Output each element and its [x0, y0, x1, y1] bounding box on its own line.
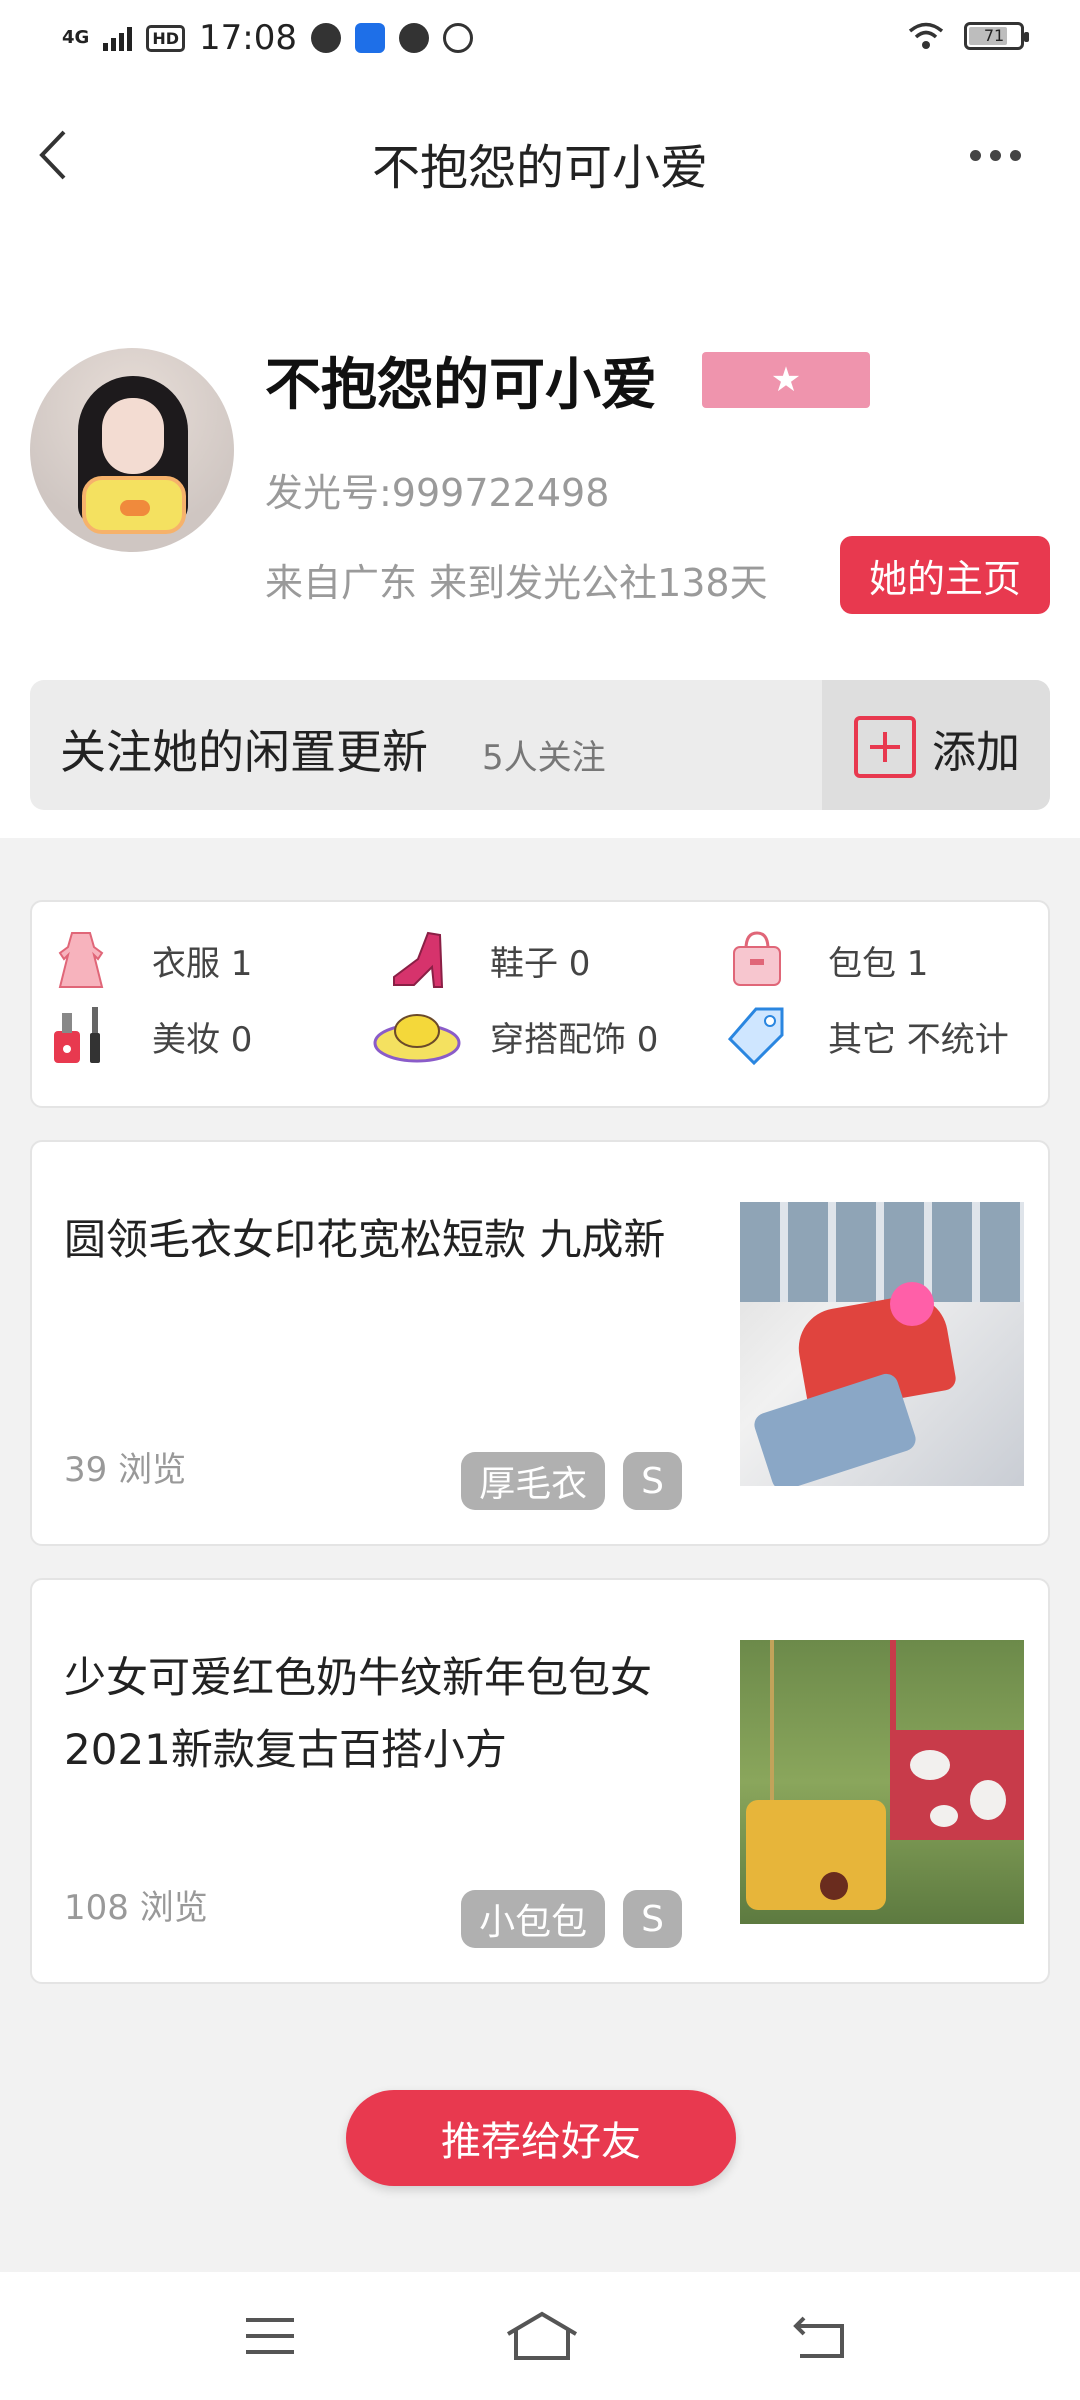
navigation-bar: 不抱怨的可小爱 — [0, 100, 1080, 210]
follow-title: 关注她的闲置更新 — [60, 725, 428, 779]
category-shoes[interactable]: 鞋子 0 — [388, 930, 590, 990]
category-bags[interactable]: 包包 1 — [726, 930, 928, 990]
avatar[interactable] — [30, 348, 234, 552]
her-homepage-button[interactable]: 她的主页 — [840, 536, 1050, 614]
listing-tag: 厚毛衣 — [461, 1452, 606, 1510]
category-accessories[interactable]: 穿搭配饰 0 — [372, 1006, 658, 1066]
profile-name: 不抱怨的可小爱 — [265, 353, 657, 418]
listing-card[interactable]: 圆领毛衣女印花宽松短款 九成新 39 浏览 厚毛衣 S — [30, 1140, 1050, 1546]
hd-icon: HD — [146, 24, 185, 52]
makeup-icon — [54, 1007, 100, 1063]
listing-size-tag: S — [623, 1452, 682, 1510]
listing-views: 108 浏览 — [64, 1888, 208, 1928]
profile-id: 发光号:999722498 — [265, 471, 610, 515]
clock: 17:08 — [198, 18, 297, 58]
dress-icon — [58, 932, 104, 988]
listing-views: 39 浏览 — [64, 1450, 187, 1490]
handbag-icon — [733, 931, 781, 986]
star-icon: ★ — [770, 360, 802, 400]
listing-tags: 厚毛衣 S — [461, 1452, 682, 1510]
page-title: 不抱怨的可小爱 — [371, 140, 708, 196]
listing-size-tag: S — [623, 1890, 682, 1948]
menu-icon[interactable] — [240, 2308, 300, 2364]
heel-shoe-icon — [393, 931, 444, 988]
battery-icon: 71 — [964, 22, 1029, 50]
category-makeup[interactable]: 美妆 0 — [50, 1006, 252, 1066]
category-other[interactable]: 其它 不统计 — [726, 1006, 1009, 1066]
add-follow-button[interactable]: 添加 — [822, 680, 1050, 810]
level-badge: ★ — [702, 352, 870, 408]
recommend-to-friend-button[interactable]: 推荐给好友 — [346, 2090, 736, 2186]
plus-icon — [854, 716, 916, 778]
wifi-icon — [908, 22, 944, 49]
more-options-icon[interactable] — [970, 140, 1030, 170]
listing-tags: 小包包 S — [461, 1890, 682, 1948]
listing-tag: 小包包 — [461, 1890, 606, 1948]
listing-title: 少女可爱红色奶牛纹新年包包女2021新款复古百搭小方 — [64, 1653, 653, 1774]
category-stats: 衣服 1 鞋子 0 包包 1 美妆 0 穿搭配饰 0 其它 不统计 — [30, 900, 1050, 1108]
app-notification-icon — [310, 23, 341, 53]
signal-icon — [103, 25, 133, 51]
back-nav-icon[interactable] — [790, 2308, 850, 2364]
status-bar: 4G HD 17:08 71 — [0, 0, 1080, 84]
listing-card[interactable]: 少女可爱红色奶牛纹新年包包女2021新款复古百搭小方 108 浏览 小包包 S — [30, 1578, 1050, 1984]
listing-title: 圆领毛衣女印花宽松短款 九成新 — [64, 1215, 666, 1264]
price-tag-icon — [727, 1007, 784, 1066]
follower-count: 5人关注 — [482, 738, 606, 778]
category-clothes[interactable]: 衣服 1 — [50, 930, 252, 990]
listing-thumbnail[interactable] — [740, 1640, 1024, 1924]
add-follow-label: 添加 — [932, 727, 1020, 778]
compass-notification-icon — [398, 23, 429, 53]
listing-thumbnail[interactable] — [740, 1202, 1024, 1486]
back-icon[interactable] — [26, 122, 86, 188]
profile-location: 来自广东 来到发光公社138天 — [265, 561, 768, 605]
follow-updates-bar: 关注她的闲置更新 5人关注 添加 — [30, 680, 1050, 810]
home-icon[interactable] — [502, 2308, 582, 2364]
network-label: 4G — [62, 27, 90, 48]
message-notification-icon — [354, 23, 385, 53]
sun-hat-icon — [373, 1014, 461, 1063]
system-navigation-bar — [0, 2272, 1080, 2400]
weibo-notification-icon — [442, 23, 473, 53]
